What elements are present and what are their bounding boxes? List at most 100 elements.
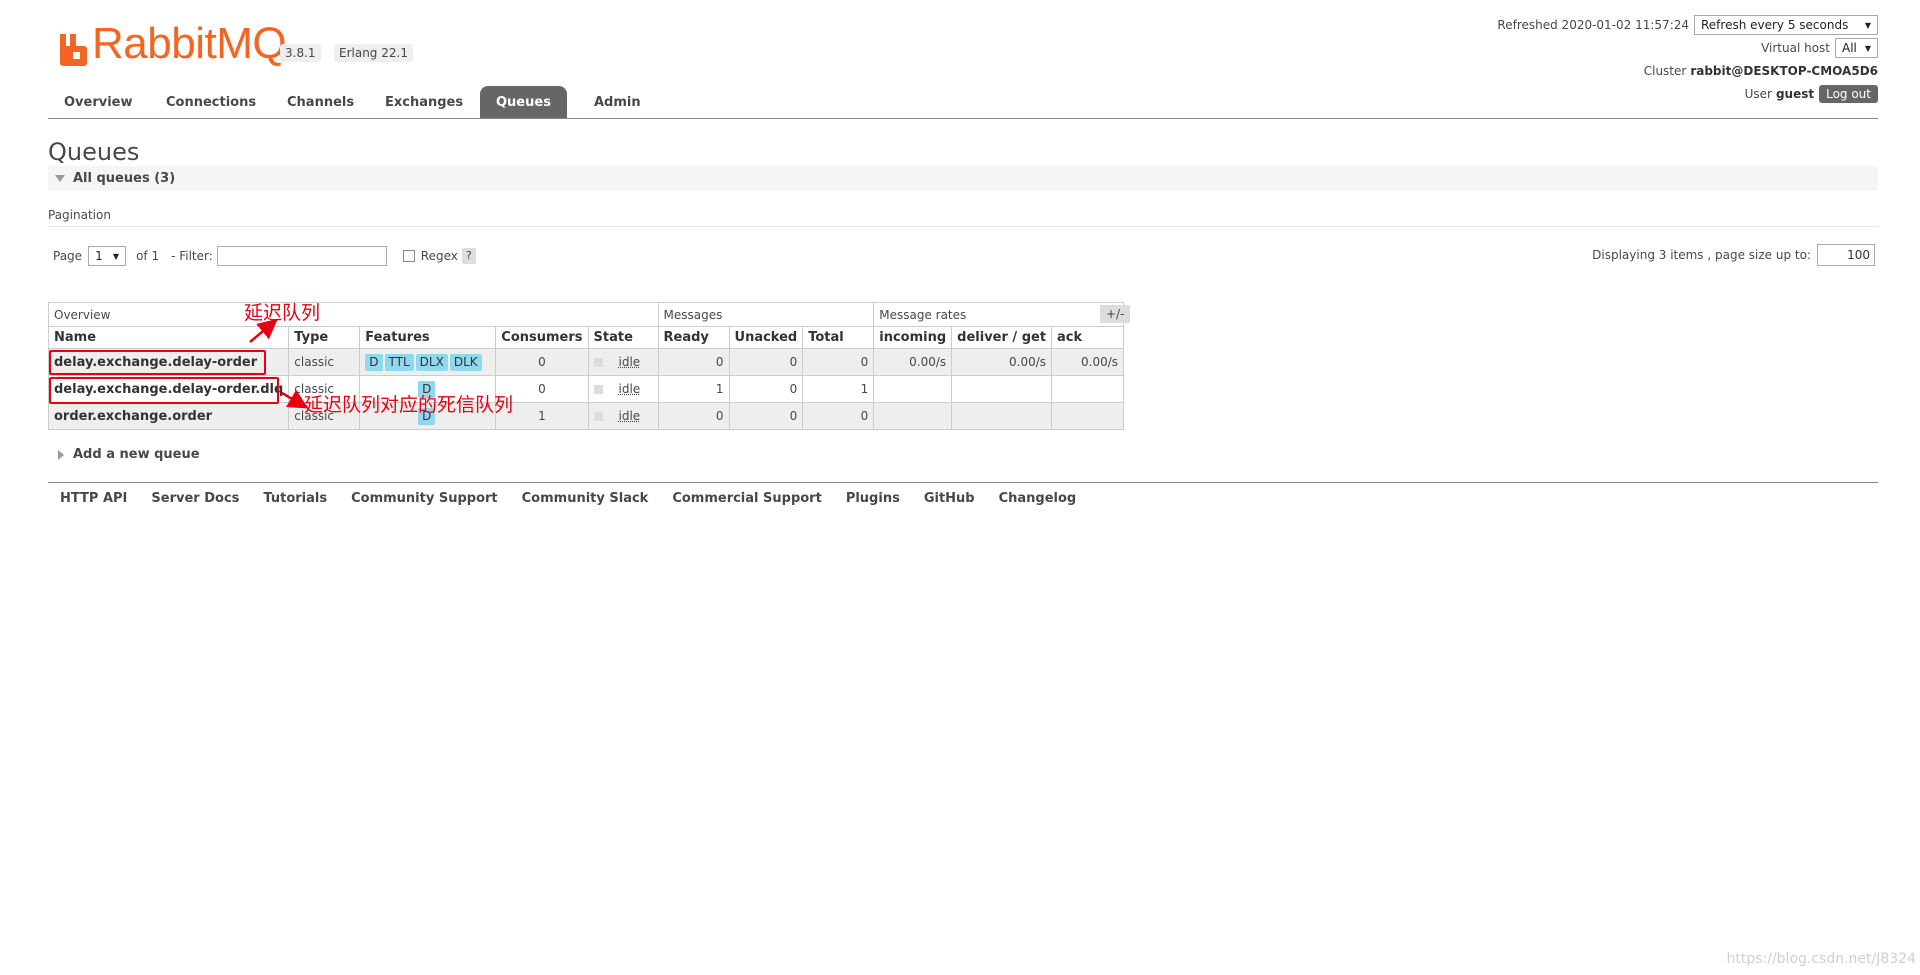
col-deliver-get[interactable]: deliver / get <box>951 326 1053 349</box>
table-group-header: Overview Messages Message rates <box>48 302 1125 327</box>
col-unacked[interactable]: Unacked <box>728 326 804 349</box>
col-name[interactable]: Name <box>47 326 290 349</box>
footer-link-tutorials[interactable]: Tutorials <box>263 491 327 506</box>
feature-badge: DLX <box>415 353 448 371</box>
divider <box>48 226 1878 227</box>
col-total[interactable]: Total <box>802 326 875 349</box>
chevron-down-icon: ▼ <box>1864 20 1871 30</box>
col-consumers[interactable]: Consumers <box>495 326 589 349</box>
tab-admin[interactable]: Admin <box>578 86 657 118</box>
table-row[interactable]: order.exchange.order classic D 1 idle 0 … <box>47 402 1125 430</box>
add-queue-label: Add a new queue <box>73 447 200 462</box>
footer-link-community-support[interactable]: Community Support <box>351 491 498 506</box>
queue-state: idle <box>587 402 659 430</box>
tab-connections[interactable]: Connections <box>150 86 272 118</box>
page-count: of 1 <box>136 249 160 263</box>
rate-ack <box>1051 375 1125 403</box>
refresh-interval-select[interactable]: Refresh every 5 seconds ▼ <box>1694 15 1878 35</box>
annotation-box-delay-queue <box>49 350 266 375</box>
state-text: idle <box>618 409 641 423</box>
virtual-host-select[interactable]: All ▼ <box>1835 38 1878 58</box>
footer-link-commercial-support[interactable]: Commercial Support <box>672 491 822 506</box>
queue-consumers: 0 <box>495 348 589 376</box>
page-select[interactable]: 1 ▼ <box>88 246 127 266</box>
group-overview: Overview <box>48 302 659 327</box>
watermark: https://blog.csdn.net/J8324 <box>1726 951 1916 967</box>
annotation-delay-queue: 延迟队列 <box>244 302 321 324</box>
queue-state: idle <box>587 348 659 376</box>
regex-checkbox[interactable] <box>402 250 415 262</box>
chevron-down-icon: ▼ <box>1864 43 1871 53</box>
page-value: 1 <box>95 249 103 263</box>
state-indicator <box>593 412 603 421</box>
queue-ready: 0 <box>657 402 730 430</box>
virtual-host-label: Virtual host <box>1761 41 1830 55</box>
state-indicator <box>593 358 603 367</box>
feature-badge: D <box>365 353 383 371</box>
all-queues-toggle[interactable]: All queues (3) <box>48 166 1878 191</box>
rate-deliver-get <box>951 375 1053 403</box>
feature-badge: TTL <box>384 353 414 371</box>
footer-link-community-slack[interactable]: Community Slack <box>522 491 649 506</box>
rabbit-logo-icon <box>60 34 87 66</box>
rabbitmq-logo[interactable]: RabbitMQ TM <box>58 22 297 66</box>
display-count: Displaying 3 items , page size up to: 10… <box>1592 244 1875 266</box>
rate-ack: 0.00/s <box>1051 348 1125 376</box>
cluster-name: rabbit@DESKTOP-CMOA5D6 <box>1690 64 1878 78</box>
queue-unacked: 0 <box>728 348 804 376</box>
footer-link-http-api[interactable]: HTTP API <box>60 491 127 506</box>
pagination-controls: Page 1 ▼ of 1 - Filter: Regex ? <box>53 246 476 266</box>
queue-total: 1 <box>802 375 875 403</box>
queue-unacked: 0 <box>728 375 804 403</box>
footer-link-plugins[interactable]: Plugins <box>846 491 900 506</box>
add-queue-toggle[interactable]: Add a new queue <box>48 447 200 462</box>
col-ack[interactable]: ack <box>1051 326 1125 349</box>
col-features[interactable]: Features <box>359 326 497 349</box>
triangle-right-icon <box>58 450 64 460</box>
triangle-down-icon <box>55 175 65 182</box>
queue-ready: 0 <box>657 348 730 376</box>
rate-incoming <box>873 375 953 403</box>
col-state[interactable]: State <box>587 326 659 349</box>
state-text: idle <box>618 382 641 396</box>
footer: HTTP API Server Docs Tutorials Community… <box>48 482 1878 506</box>
col-ready[interactable]: Ready <box>657 326 730 349</box>
table-header: Name Type Features Consumers State Ready… <box>47 326 1125 349</box>
page-size-input[interactable]: 100 <box>1817 244 1875 266</box>
footer-link-github[interactable]: GitHub <box>924 491 975 506</box>
queue-name-link[interactable]: order.exchange.order <box>47 402 290 430</box>
group-messages: Messages <box>657 302 875 327</box>
cluster-label: Cluster <box>1643 64 1687 78</box>
queue-total: 0 <box>802 348 875 376</box>
erlang-version-badge: Erlang 22.1 <box>334 44 413 62</box>
page-label: Page <box>53 249 83 263</box>
tab-exchanges[interactable]: Exchanges <box>369 86 479 118</box>
rate-deliver-get: 0.00/s <box>951 348 1053 376</box>
display-count-label: Displaying 3 items , page size up to: <box>1592 248 1811 262</box>
filter-label: - Filter: <box>171 249 213 263</box>
help-icon[interactable]: ? <box>461 248 476 264</box>
state-text: idle <box>618 355 641 369</box>
tab-queues[interactable]: Queues <box>480 86 567 118</box>
col-incoming[interactable]: incoming <box>873 326 953 349</box>
col-type[interactable]: Type <box>288 326 361 349</box>
tab-overview[interactable]: Overview <box>48 86 149 118</box>
main-nav-tabs: Overview Connections Channels Exchanges … <box>48 84 1878 119</box>
tab-channels[interactable]: Channels <box>271 86 370 118</box>
footer-link-server-docs[interactable]: Server Docs <box>151 491 239 506</box>
queue-type: classic <box>288 348 361 376</box>
filter-input[interactable] <box>216 246 387 266</box>
annotation-box-dead-letter-queue <box>49 377 279 404</box>
chevron-down-icon: ▼ <box>112 251 120 261</box>
page-title: Queues <box>48 138 140 166</box>
queue-total: 0 <box>802 402 875 430</box>
rate-ack <box>1051 402 1125 430</box>
footer-link-changelog[interactable]: Changelog <box>999 491 1077 506</box>
toggle-columns-button[interactable]: +/- <box>1100 305 1131 323</box>
rate-incoming <box>873 402 953 430</box>
state-indicator <box>593 385 603 394</box>
refresh-interval-value: Refresh every 5 seconds <box>1701 18 1849 32</box>
pagination-label: Pagination <box>48 208 111 222</box>
all-queues-label: All queues (3) <box>73 171 176 186</box>
queue-unacked: 0 <box>728 402 804 430</box>
